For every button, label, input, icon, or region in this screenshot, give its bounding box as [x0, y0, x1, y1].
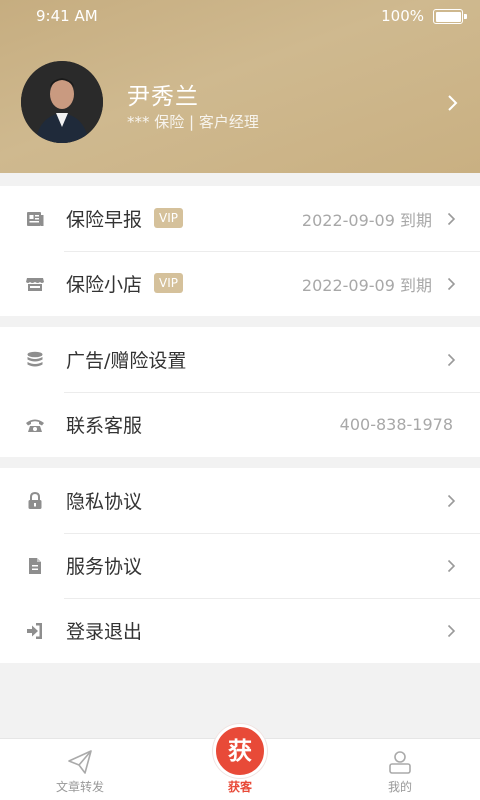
battery-percentage: 100%	[381, 7, 424, 25]
telephone-icon	[26, 419, 44, 432]
expiry-date: 2022-09-09 到期	[301, 275, 432, 295]
expiry-date: 2022-09-09 到期	[301, 210, 432, 230]
list-item-service-agreement[interactable]: 服务协议	[0, 533, 480, 598]
profile-header: 9:41 AM 100% 尹秀兰 *** 保险 | 客户经理	[0, 0, 480, 173]
tab-mine[interactable]: 我的	[320, 739, 480, 800]
avatar[interactable]	[21, 61, 103, 143]
database-icon	[27, 351, 43, 367]
huoke-logo-icon: 获	[213, 724, 267, 778]
list-item-ad-settings[interactable]: 广告/赠险设置	[0, 327, 480, 392]
list-item-label: 登录退出	[66, 621, 143, 643]
list-item-label: 隐私协议	[66, 491, 143, 513]
list-item-privacy-policy[interactable]: 隐私协议	[0, 468, 480, 533]
account-group: 隐私协议 服务协议 登录退出	[0, 468, 480, 663]
vip-badge: VIP	[154, 273, 183, 293]
profile-name: 尹秀兰	[127, 84, 199, 110]
list-item-insurance-news[interactable]: 保险早报 VIP 2022-09-09 到期	[0, 186, 480, 251]
status-bar: 9:41 AM 100%	[0, 0, 480, 32]
subscription-group: 保险早报 VIP 2022-09-09 到期 保险小店 VIP 2022-09-…	[0, 186, 480, 316]
list-item-label: 保险小店	[66, 274, 143, 296]
chevron-right-icon	[447, 353, 456, 367]
document-icon	[29, 558, 41, 574]
settings-group: 广告/赠险设置 联系客服 400-838-1978	[0, 327, 480, 457]
status-time: 9:41 AM	[36, 7, 98, 25]
logout-icon	[27, 623, 42, 639]
battery-icon	[433, 9, 467, 24]
list-item-label: 服务协议	[66, 556, 143, 578]
service-phone-number: 400-838-1978	[339, 415, 453, 434]
list-item-customer-service[interactable]: 联系客服 400-838-1978	[0, 392, 480, 457]
vip-badge: VIP	[154, 208, 183, 228]
list-item-label: 联系客服	[66, 415, 143, 437]
tab-huoke[interactable]: 获 获客	[160, 724, 320, 800]
list-item-label: 保险早报	[66, 209, 143, 231]
bottom-tab-bar: 文章转发 获 获客 我的	[0, 724, 480, 800]
tab-article-forward[interactable]: 文章转发	[0, 739, 160, 800]
chevron-right-icon	[447, 624, 456, 638]
chevron-right-icon[interactable]	[446, 94, 458, 112]
user-profile-icon	[389, 751, 411, 774]
profile-subtitle: *** 保险 | 客户经理	[127, 113, 259, 131]
chevron-right-icon	[447, 212, 456, 226]
list-item-logout[interactable]: 登录退出	[0, 598, 480, 663]
list-item-insurance-shop[interactable]: 保险小店 VIP 2022-09-09 到期	[0, 251, 480, 316]
tab-label: 获客	[227, 780, 252, 794]
chevron-right-icon	[447, 277, 456, 291]
newspaper-icon	[27, 212, 44, 226]
paper-plane-icon	[68, 750, 92, 774]
shop-icon	[26, 278, 44, 291]
lock-icon	[28, 491, 42, 509]
tab-label: 我的	[387, 780, 412, 794]
chevron-right-icon	[447, 559, 456, 573]
tab-label: 文章转发	[55, 780, 104, 794]
chevron-right-icon	[447, 494, 456, 508]
list-item-label: 广告/赠险设置	[66, 350, 187, 372]
